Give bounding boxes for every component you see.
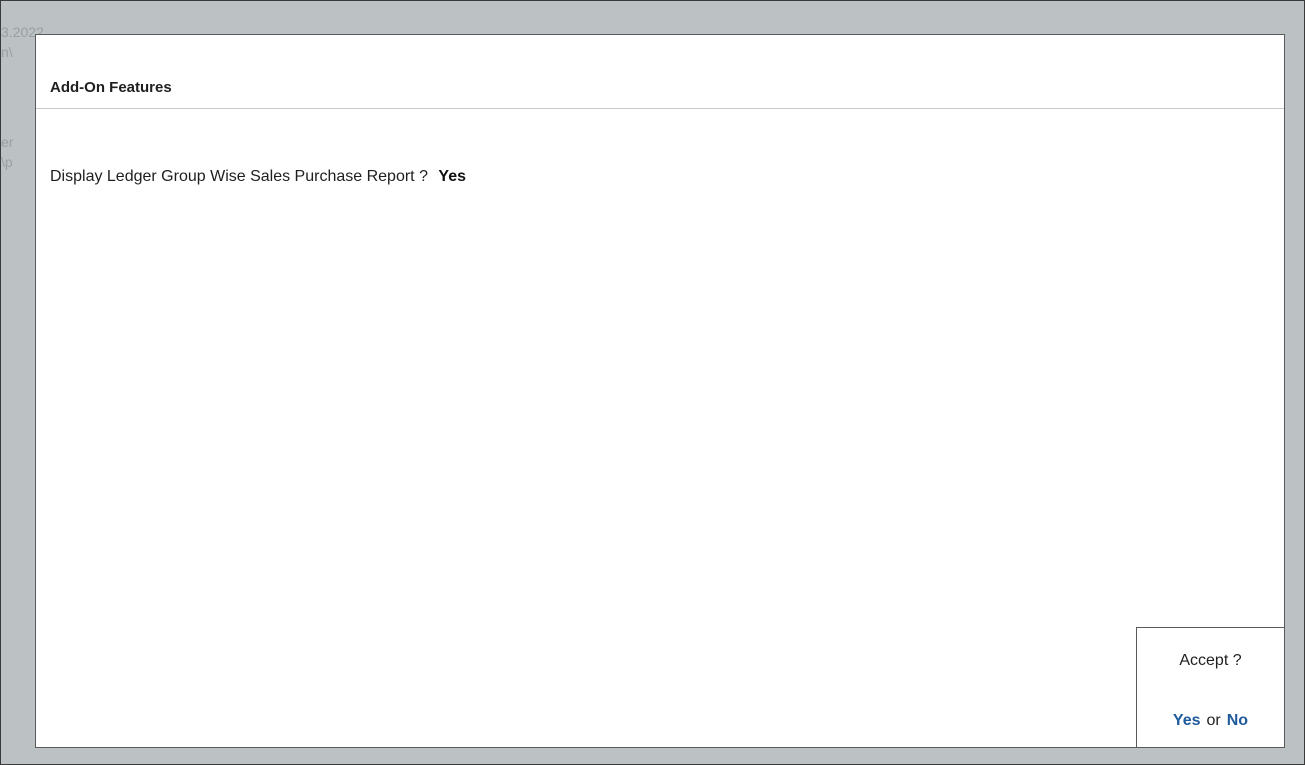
accept-prompt: Accept ? xyxy=(1179,652,1242,669)
title-divider xyxy=(36,108,1284,109)
background-text: \p xyxy=(1,154,13,170)
accept-or-text: or xyxy=(1206,712,1221,729)
background-text: er xyxy=(1,134,14,150)
question-label: Display Ledger Group Wise Sales Purchase… xyxy=(50,168,428,185)
question-row[interactable]: Display Ledger Group Wise Sales Purchase… xyxy=(50,168,466,186)
panel-title: Add-On Features xyxy=(50,79,172,96)
background-text: n\ xyxy=(1,44,13,60)
accept-no-button[interactable]: No xyxy=(1227,712,1248,729)
add-on-features-panel: Add-On Features Display Ledger Group Wis… xyxy=(35,34,1285,748)
accept-options: Yes or No xyxy=(1137,712,1284,730)
accept-yes-button[interactable]: Yes xyxy=(1173,712,1201,729)
question-value[interactable]: Yes xyxy=(438,168,466,185)
window-frame: 3.2022 n\ er \p Add-On Features Display … xyxy=(0,0,1305,765)
accept-dialog: Accept ? Yes or No xyxy=(1136,627,1284,747)
